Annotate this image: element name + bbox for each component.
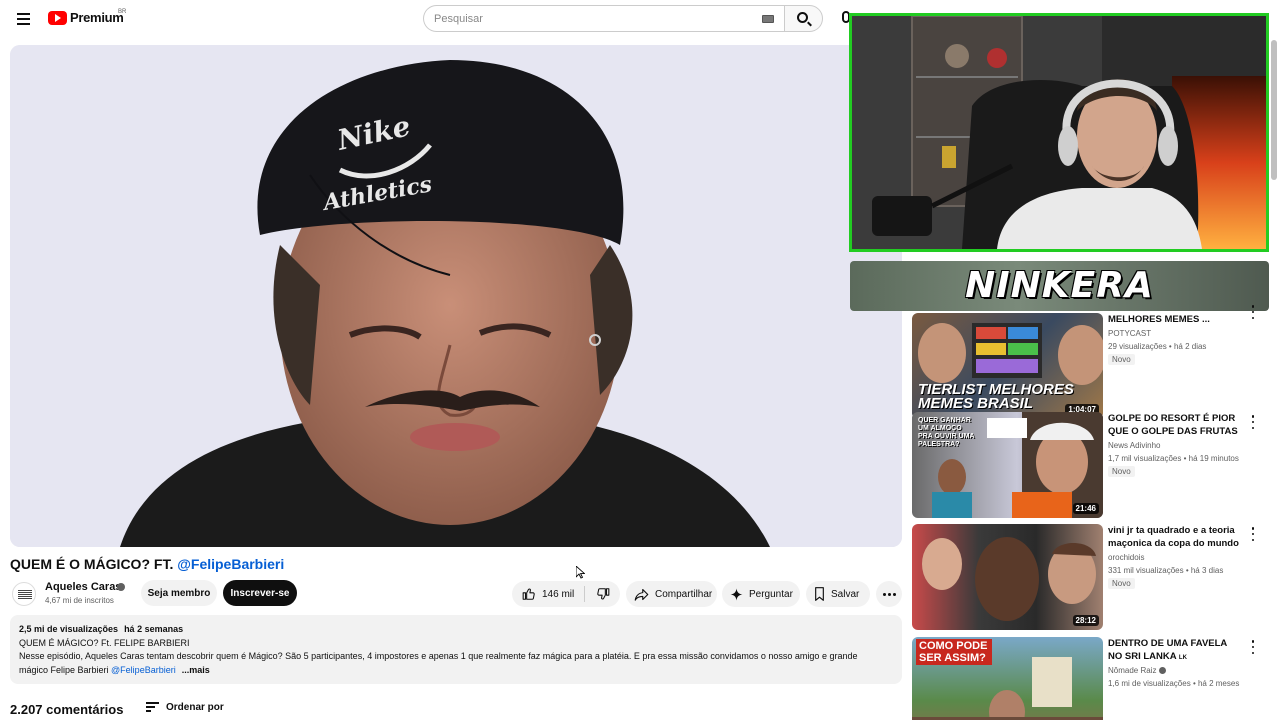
recommendation-meta: 1,6 mi de visualizações • há 2 meses [1108,679,1240,688]
like-count: 146 mil [542,588,575,600]
subscribe-button[interactable]: Inscrever-se [223,580,297,606]
recommendation-thumbnail[interactable]: 28:12 [912,524,1103,630]
new-badge: Novo [1108,466,1135,477]
recommendation-title[interactable]: DENTRO DE UMA FAVELA NO SRI LANKA LK [1108,637,1240,665]
hamburger-menu-icon[interactable] [14,9,34,29]
dislike-button[interactable] [585,581,620,607]
flag-label: LK [1178,655,1187,661]
subscriber-count: 4,67 mi de inscritos [45,596,114,605]
search-input[interactable] [434,10,754,28]
new-badge: Novo [1108,578,1135,589]
view-count: 2,5 mi de visualizações [19,624,119,634]
search-box [423,5,784,32]
recommendation-channel[interactable]: Nômade Raiz [1108,666,1166,675]
description-stats: 2,5 mi de visualizações há 2 semanas [19,623,893,637]
comments-count: 2.207 comentários [10,702,124,717]
description-mention-link[interactable]: @FelipeBarbieri [111,665,176,675]
video-frame: Nike Athletics [10,45,902,547]
video-duration: 28:12 [1072,615,1099,626]
youtube-premium-logo[interactable]: Premium [48,10,124,25]
description-line-2: Nesse episódio, Aqueles Caras tentam des… [19,651,858,661]
sparkle-icon [730,588,743,600]
more-options-icon[interactable] [1250,415,1256,429]
description-text: mágico Felipe Barbieri [19,664,112,675]
recommendation-channel[interactable]: News Adivinho [1108,441,1160,450]
recommendation-title[interactable]: vini jr ta quadrado e a teoria maçonica … [1108,524,1240,550]
upload-age: há 3 dias [1190,566,1224,575]
new-badge: Novo [1108,354,1135,365]
sort-icon[interactable] [146,702,159,712]
more-actions-icon[interactable] [876,581,902,607]
share-button[interactable]: Compartilhar [626,581,717,607]
view-count: 1,7 mil visualizações [1108,454,1182,463]
recommendation-title[interactable]: MELHORES MEMES ... [1108,313,1240,326]
verified-icon [117,583,125,591]
video-description[interactable]: 2,5 mi de visualizações há 2 semanas QUEM… [10,615,902,684]
ask-ai-button[interactable]: Perguntar [722,581,800,607]
recommendation-channel[interactable]: POTYCAST [1108,329,1151,338]
join-member-button[interactable]: Seja membro [141,580,217,606]
verified-icon [1158,667,1166,674]
upload-age: há 2 dias [1173,342,1207,351]
channel-name[interactable]: Aqueles Caras [45,581,121,593]
streamer-name: NINKERA [965,265,1154,306]
recommendation-channel[interactable]: orochidois [1108,553,1144,562]
webcam-frame [852,16,1266,249]
upload-date: há 2 semanas [124,624,184,634]
upload-age: há 2 meses [1197,679,1240,688]
page-scrollbar[interactable] [1271,40,1277,180]
recommendation-thumbnail[interactable]: TIERLIST MELHORES MEMES BRASIL 1:04:07 [912,313,1103,419]
view-count: 1,6 mi de visualizações [1108,679,1191,688]
recommendation-card[interactable]: QUER GANHAR UM ALMOÇO PRA OUVIR UMA PALE… [912,412,1262,518]
like-dislike-group: 146 mil [512,581,620,607]
recommendation-thumbnail[interactable]: COMO PODE SER ASSIM? [912,637,1103,720]
video-title: QUEM É O MÁGICO? FT. @FelipeBarbieri [10,556,284,572]
video-duration: 21:46 [1072,503,1099,514]
more-options-icon[interactable] [1250,305,1256,319]
bookmark-icon [815,587,824,601]
video-title-text: QUEM É O MÁGICO? FT. [10,556,178,572]
share-arrow-icon [634,588,649,601]
thumbs-down-icon [596,588,609,600]
channel-avatar[interactable] [12,582,36,606]
ask-label: Perguntar [749,588,793,600]
sort-by-button[interactable]: Ordenar por [166,702,224,713]
youtube-play-icon [48,10,67,25]
recommendation-card[interactable]: COMO PODE SER ASSIM? DENTRO DE UMA FAVEL… [912,637,1262,720]
more-options-icon[interactable] [1250,640,1256,654]
more-options-icon[interactable] [1250,527,1256,541]
description-line-3: mágico Felipe Barbieri @FelipeBarbieri..… [19,664,893,678]
save-label: Salvar [831,588,860,600]
search-icon [797,12,808,23]
share-label: Compartilhar [655,588,713,600]
save-button[interactable]: Salvar [806,581,870,607]
view-count: 29 visualizações [1108,342,1167,351]
keyboard-icon[interactable] [762,15,774,23]
search-button[interactable] [784,5,823,32]
upload-age: há 19 minutos [1188,454,1239,463]
thumbs-up-icon [522,588,535,600]
view-count: 331 mil visualizações [1108,566,1184,575]
recommendation-thumbnail[interactable]: QUER GANHAR UM ALMOÇO PRA OUVIR UMA PALE… [912,412,1103,518]
recommendation-card[interactable]: 28:12 vini jr ta quadrado e a teoria maç… [912,524,1262,630]
logo-text: Premium [70,10,124,25]
webcam-overlay [849,13,1269,252]
description-line-1: QUEM É MÁGICO? Ft. FELIPE BARBIERI [19,637,190,648]
thumbnail-caption: QUER GANHAR UM ALMOÇO PRA OUVIR UMA PALE… [918,417,975,448]
thumbnail-caption: COMO PODE SER ASSIM? [916,639,992,665]
like-button[interactable]: 146 mil [512,581,584,607]
recommendation-meta: 331 mil visualizações • há 3 dias [1108,566,1224,575]
recommendation-title-text: DENTRO DE UMA FAVELA NO SRI LANKA [1108,638,1227,662]
video-player[interactable]: Nike Athletics [10,45,902,547]
recommendation-meta: 29 visualizações • há 2 dias [1108,342,1207,351]
recommendation-meta: 1,7 mil visualizações • há 19 minutos [1108,454,1239,463]
channel-name: Nômade Raiz [1108,666,1157,675]
streamer-nameplate: NINKERA [850,261,1269,311]
show-more-link[interactable]: ...mais [182,665,210,675]
recommendation-card[interactable]: TIERLIST MELHORES MEMES BRASIL 1:04:07 M… [912,305,1262,419]
logo-country-code: BR [118,9,127,15]
recommendation-title[interactable]: GOLPE DO RESORT É PIOR QUE O GOLPE DAS F… [1108,412,1240,438]
title-mention-link[interactable]: @FelipeBarbieri [177,556,284,572]
